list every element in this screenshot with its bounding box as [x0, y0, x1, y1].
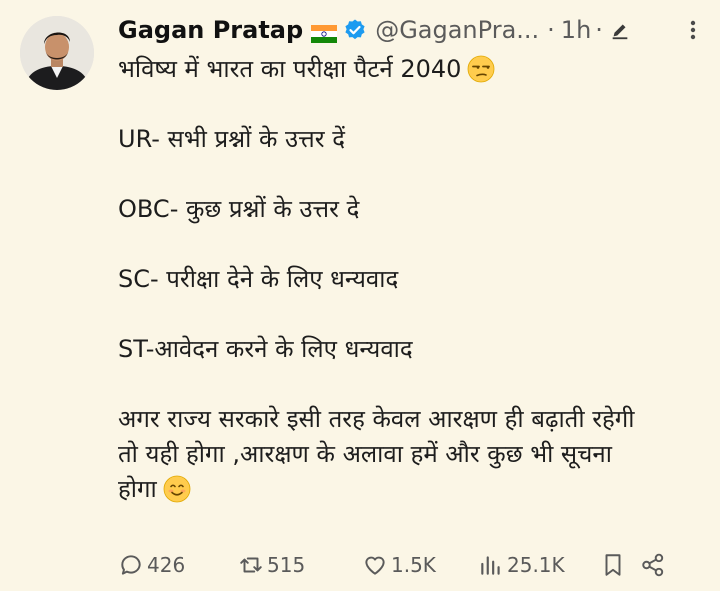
separator-2: · [595, 16, 603, 44]
reply-icon [121, 555, 141, 575]
tweet-line: SC- परीक्षा देने के लिए धन्यवाद [118, 265, 399, 293]
tweet-line: होगा [118, 472, 704, 507]
tweet-line: भविष्य में भारत का परीक्षा पैटर्न 2040 [118, 52, 704, 87]
tweet-actions: 426 515 1.5K 25.1K [118, 546, 704, 584]
like-count: 1.5K [391, 553, 436, 577]
separator: · [547, 16, 555, 44]
tweet-text: भविष्य में भारत का परीक्षा पैटर्न 2040 U… [118, 52, 704, 507]
author-name[interactable]: Gagan Pratap [118, 16, 303, 44]
views-button[interactable]: 25.1K [478, 552, 600, 578]
edit-icon[interactable] [609, 19, 631, 41]
tweet-line: OBC- कुछ प्रश्नों के उत्तर दे [118, 195, 360, 223]
india-flag-icon [311, 21, 338, 43]
bookmark-button[interactable] [600, 552, 640, 578]
author-handle[interactable]: @GaganPra... [375, 16, 539, 44]
like-button[interactable]: 1.5K [362, 552, 478, 578]
verified-badge-icon [345, 19, 365, 40]
tweet-line: तो यही होगा ,आरक्षण के अलावा हमें और कुछ… [118, 440, 612, 468]
views-count: 25.1K [507, 553, 565, 577]
more-options-icon[interactable] [680, 18, 706, 42]
avatar[interactable] [20, 16, 94, 90]
share-icon [642, 553, 664, 577]
tweet-line: अगर राज्य सरकारे इसी तरह केवल आरक्षण ही … [118, 405, 635, 433]
views-icon [481, 556, 500, 575]
tweet-line: UR- सभी प्रश्नों के उत्तर दें [118, 125, 345, 153]
retweet-count: 515 [267, 553, 306, 577]
reply-count: 426 [147, 553, 186, 577]
unamused-face-emoji-icon [468, 55, 495, 83]
retweet-icon [240, 557, 262, 573]
reply-button[interactable]: 426 [118, 552, 238, 578]
retweet-button[interactable]: 515 [238, 552, 362, 578]
tweet-line: ST-आवेदन करने के लिए धन्यवाद [118, 335, 413, 363]
tweet-header: Gagan Pratap @GaganPra... · 1h · [118, 14, 706, 46]
share-button[interactable] [640, 552, 666, 578]
timestamp[interactable]: 1h [561, 16, 591, 44]
smiling-face-emoji-icon [163, 475, 191, 503]
bookmark-icon [605, 554, 621, 576]
heart-icon [365, 556, 385, 575]
